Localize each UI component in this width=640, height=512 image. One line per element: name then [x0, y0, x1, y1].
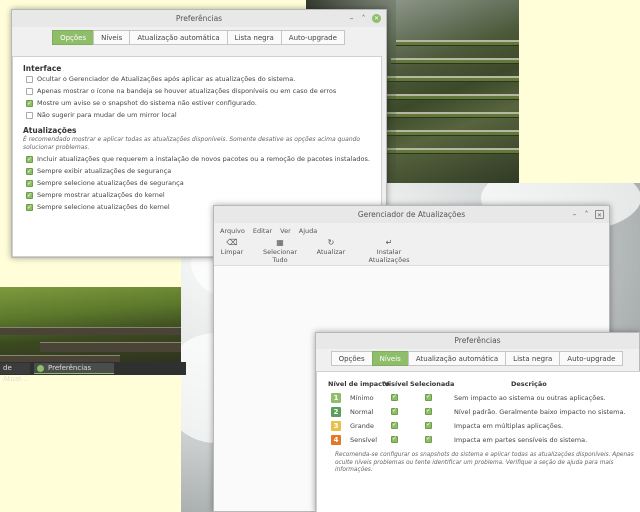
install-icon: ↵	[385, 238, 393, 247]
window-titlebar[interactable]: Preferências	[316, 333, 639, 349]
tab-auto-update[interactable]: Atualização automática	[129, 30, 228, 45]
option-no-mirror-suggest[interactable]: Não sugerir para mudar de um mirror loca…	[26, 111, 177, 120]
levels-panel: Nível de impacto Visível Selecionada Des…	[316, 371, 640, 512]
maximize-icon[interactable]: ˄	[359, 14, 368, 23]
levels-note: Recomenda-se configurar os snapshots do …	[335, 452, 634, 473]
header-selected: Selecionada	[410, 380, 455, 388]
updates-section-title: Atualizações	[23, 126, 77, 135]
checkbox[interactable]	[26, 88, 33, 95]
tab-levels[interactable]: Níveis	[93, 30, 131, 45]
refresh-icon: ↻	[327, 238, 335, 247]
header-description: Descrição	[511, 380, 547, 388]
header-impact-level: Nível de impacto	[328, 380, 390, 388]
preferences-app-icon	[37, 365, 44, 372]
tab-auto-update[interactable]: Atualização automática	[407, 351, 507, 366]
window-titlebar[interactable]: Preferências – ˄ ✕	[12, 10, 386, 27]
tab-options[interactable]: Opções	[52, 30, 95, 45]
maximize-icon[interactable]: ˄	[582, 210, 591, 219]
menubar: Arquivo Editar Ver Ajuda	[220, 227, 317, 235]
clear-icon: ⌫	[226, 238, 238, 247]
header-visible: Visível	[384, 380, 409, 388]
updates-note: É recomendado mostrar e aplicar todas as…	[23, 136, 361, 151]
option-show-security[interactable]: Sempre exibir atualizações de segurança	[26, 167, 171, 176]
visible-checkbox[interactable]	[391, 393, 398, 401]
level-description: Nível padrão. Geralmente baixo impacto n…	[454, 408, 626, 416]
level-name: Normal	[350, 408, 374, 416]
preferences-tabs: Opções Níveis Atualização automática Lis…	[316, 351, 639, 366]
visible-checkbox[interactable]	[391, 407, 398, 415]
level-badge: 1	[331, 393, 341, 403]
select-all-icon: ▦	[276, 238, 284, 247]
tab-blacklist[interactable]: Lista negra	[226, 30, 282, 45]
install-updates-button[interactable]: ↵ Instalar Atualizações	[358, 238, 420, 264]
option-tray-icon-only[interactable]: Apenas mostrar o ícone na bandeja se hou…	[26, 87, 336, 96]
window-title: Gerenciador de Atualizações	[357, 210, 466, 219]
level-name: Sensível	[350, 436, 378, 444]
checkbox[interactable]	[26, 76, 33, 83]
toolbar: ⌫ Limpar ▦ Selecionar Tudo ↻ Atualizar ↵ Ins…	[220, 238, 420, 264]
level-badge: 3	[331, 421, 341, 431]
option-select-kernel[interactable]: Sempre selecione atualizações do kernel	[26, 203, 170, 212]
checkbox[interactable]	[26, 179, 33, 188]
taskbar-item-preferences[interactable]: Preferências	[34, 363, 114, 374]
level-description: Sem impacto ao sistema ou outras aplicaç…	[454, 394, 606, 402]
level-badge: 4	[331, 435, 341, 445]
selected-checkbox[interactable]	[425, 421, 432, 429]
level-name: Grande	[350, 422, 374, 430]
menu-file[interactable]: Arquivo	[220, 227, 245, 235]
taskbar-item-update-manager[interactable]: de Atual...	[0, 363, 30, 383]
tab-auto-upgrade[interactable]: Auto-upgrade	[280, 30, 345, 45]
option-hide-after-apply[interactable]: Ocultar o Gerenciador de Atualizações ap…	[26, 75, 295, 84]
level-name: Mínimo	[350, 394, 374, 402]
tab-levels[interactable]: Níveis	[371, 351, 409, 366]
selected-checkbox[interactable]	[425, 407, 432, 415]
clear-button[interactable]: ⌫ Limpar	[220, 238, 244, 264]
checkbox[interactable]	[26, 167, 33, 176]
tab-blacklist[interactable]: Lista negra	[505, 351, 561, 366]
preferences-window-levels: Preferências Opções Níveis Atualização a…	[315, 332, 640, 512]
visible-checkbox[interactable]	[391, 421, 398, 429]
window-title: Preferências	[175, 14, 223, 23]
menu-view[interactable]: Ver	[280, 227, 291, 235]
minimize-icon[interactable]: –	[347, 14, 356, 23]
close-icon[interactable]: ✕	[595, 210, 604, 219]
visible-checkbox[interactable]	[391, 435, 398, 443]
minimize-icon[interactable]: –	[570, 210, 579, 219]
menu-edit[interactable]: Editar	[253, 227, 272, 235]
checkbox[interactable]	[26, 203, 33, 212]
taskbar: de Atual... Preferências	[0, 362, 186, 383]
interface-section-title: Interface	[23, 64, 62, 73]
window-titlebar[interactable]: Gerenciador de Atualizações – ˄ ✕	[214, 206, 609, 223]
selected-checkbox[interactable]	[425, 435, 432, 443]
select-all-button[interactable]: ▦ Selecionar Tudo	[256, 238, 304, 264]
tab-auto-upgrade[interactable]: Auto-upgrade	[559, 351, 624, 366]
close-icon[interactable]: ✕	[372, 14, 381, 23]
checkbox[interactable]	[26, 191, 33, 200]
option-show-kernel[interactable]: Sempre mostrar atualizações do kernel	[26, 191, 165, 200]
window-title: Preferências	[454, 336, 501, 345]
level-description: Impacta em múltiplas aplicações.	[454, 422, 564, 430]
menu-help[interactable]: Ajuda	[299, 227, 317, 235]
option-select-security[interactable]: Sempre selecione atualizações de seguran…	[26, 179, 184, 188]
refresh-button[interactable]: ↻ Atualizar	[316, 238, 346, 264]
option-include-new-packages[interactable]: Incluir atualizações que requerem a inst…	[26, 155, 370, 164]
preferences-tabs: Opções Níveis Atualização automática Lis…	[12, 30, 386, 45]
checkbox[interactable]	[26, 99, 33, 108]
level-description: Impacta em partes sensíveis do sistema.	[454, 436, 588, 444]
tab-options[interactable]: Opções	[330, 351, 373, 366]
level-badge: 2	[331, 407, 341, 417]
selected-checkbox[interactable]	[425, 393, 432, 401]
checkbox[interactable]	[26, 155, 33, 164]
option-snapshot-warning[interactable]: Mostre um aviso se o snapshot do sistema…	[26, 99, 257, 108]
checkbox[interactable]	[26, 112, 33, 119]
taskbar-item-label: Preferências	[48, 364, 92, 372]
